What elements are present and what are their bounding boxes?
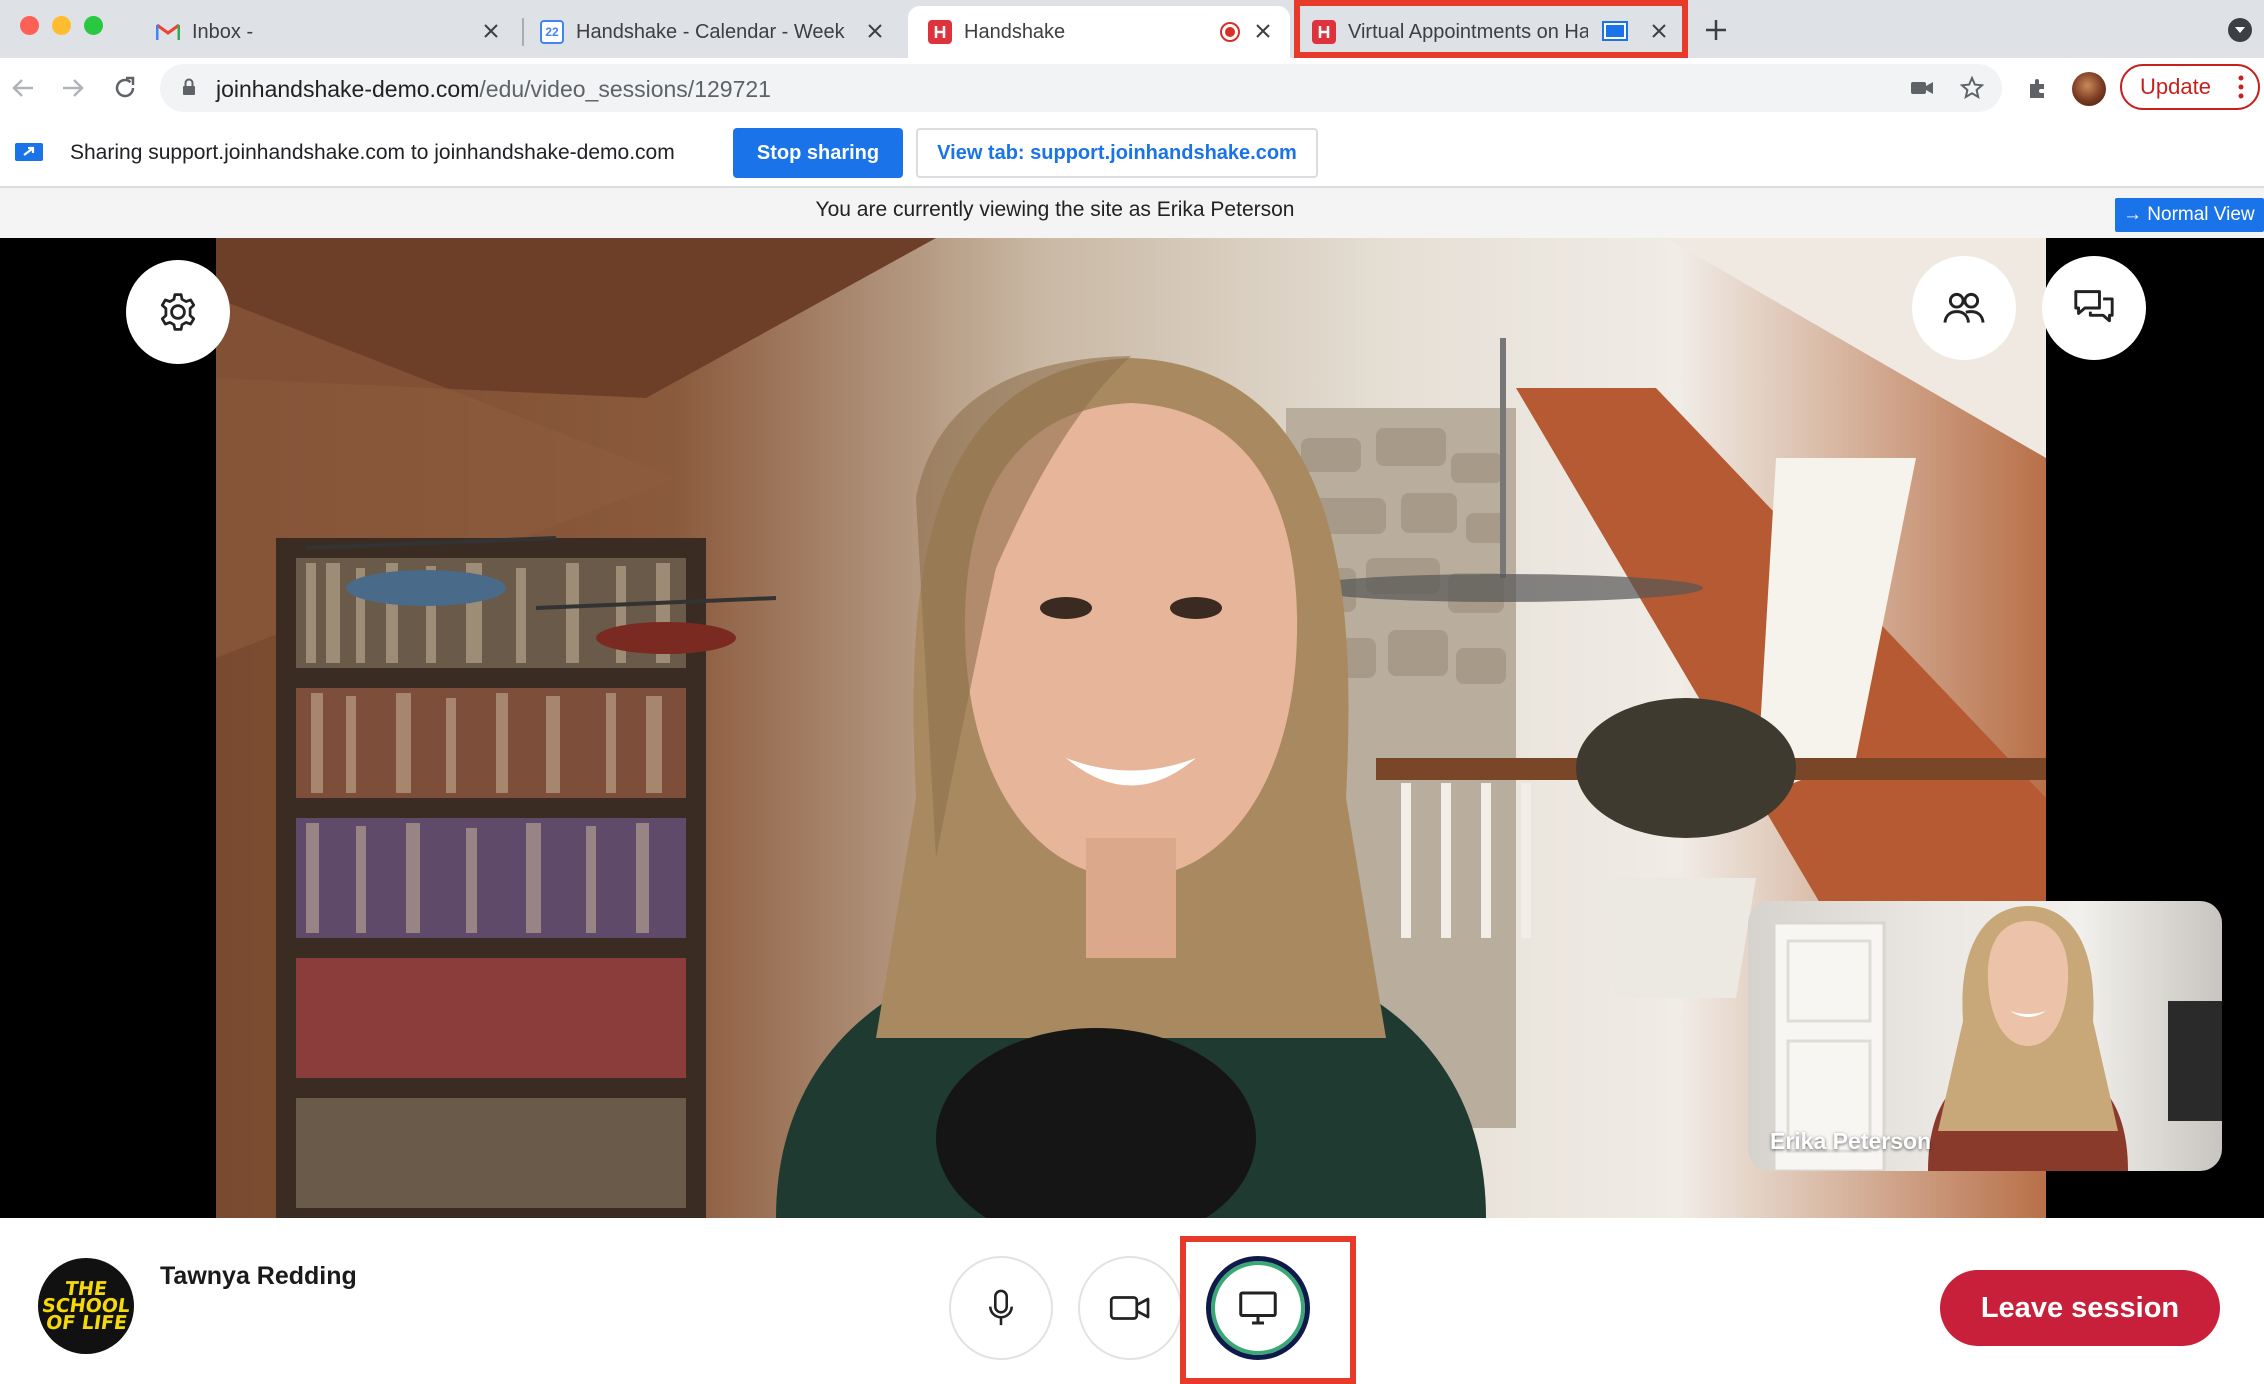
impersonation-banner: You are currently viewing the site as Er…	[0, 188, 2264, 238]
window-zoom-button[interactable]	[84, 16, 103, 35]
view-tab-button[interactable]: View tab: support.joinhandshake.com	[916, 128, 1318, 178]
close-tab-icon[interactable]	[862, 18, 888, 44]
tab-strip: Inbox - 22 Handshake - Calendar - Week H…	[0, 0, 2264, 58]
settings-button[interactable]	[126, 260, 230, 364]
tab-highlight-box	[1294, 0, 1688, 58]
url-text: joinhandshake-demo.com/edu/video_session…	[216, 76, 771, 103]
forward-icon[interactable]	[56, 71, 90, 105]
screen-share-icon	[14, 140, 44, 169]
sharing-message: Sharing support.joinhandshake.com to joi…	[70, 141, 675, 164]
tab-handshake[interactable]: Handshake	[908, 6, 1290, 58]
video-stage: Erika Peterson	[0, 238, 2264, 1218]
tab-divider	[522, 18, 524, 46]
impersonation-message: You are currently viewing the site as Er…	[815, 198, 1295, 221]
share-screen-highlight-box	[1180, 1236, 1356, 1384]
lock-icon[interactable]	[182, 78, 196, 101]
window-close-button[interactable]	[20, 16, 39, 35]
participants-icon	[1943, 292, 1985, 323]
screen-sharing-infobar: Sharing support.joinhandshake.com to joi…	[0, 118, 2264, 188]
session-controls-bar: THE SCHOOL OF LIFE Tawnya Redding Leave …	[0, 1218, 2264, 1384]
tab-title: Handshake - Calendar - Week	[576, 20, 845, 43]
gear-icon	[160, 293, 196, 331]
self-view-video[interactable]: Erika Peterson	[1748, 901, 2222, 1171]
participants-button[interactable]	[1912, 256, 2016, 360]
handshake-icon	[928, 20, 952, 44]
recording-icon	[1220, 22, 1240, 42]
window-minimize-button[interactable]	[52, 16, 71, 35]
tab-search-icon[interactable]	[2228, 18, 2252, 42]
close-tab-icon[interactable]	[478, 18, 504, 44]
microphone-button[interactable]	[949, 1256, 1053, 1360]
logo-line: OF LIFE	[44, 1311, 129, 1334]
stop-sharing-button[interactable]: Stop sharing	[733, 128, 903, 178]
address-bar[interactable]: joinhandshake-demo.com/edu/video_session…	[160, 64, 2002, 112]
participant-name: Tawnya Redding	[160, 1262, 357, 1290]
video-camera-icon	[1109, 1296, 1150, 1320]
camera-button[interactable]	[1078, 1256, 1182, 1360]
tab-title: Handshake	[964, 20, 1066, 43]
camera-in-use-icon[interactable]	[1910, 79, 1934, 102]
more-vert-icon	[2238, 75, 2244, 105]
gmail-icon	[156, 20, 180, 44]
tab-calendar[interactable]: 22 Handshake - Calendar - Week	[532, 6, 902, 58]
leave-session-button[interactable]: Leave session	[1940, 1270, 2220, 1346]
tab-title: Inbox -	[192, 20, 254, 43]
tab-inbox[interactable]: Inbox -	[150, 6, 518, 58]
microphone-icon	[989, 1289, 1013, 1326]
update-label: Update	[2140, 74, 2211, 99]
self-view-name: Erika Peterson	[1770, 1128, 1932, 1154]
chat-button[interactable]	[2042, 256, 2146, 360]
reload-icon[interactable]	[108, 71, 142, 105]
back-icon[interactable]	[6, 71, 40, 105]
bookmark-star-icon[interactable]	[1959, 75, 1985, 105]
new-tab-icon[interactable]	[1700, 14, 1732, 46]
url-host: joinhandshake-demo.com	[216, 76, 480, 102]
update-button[interactable]: Update	[2120, 64, 2260, 110]
profile-avatar[interactable]	[2072, 72, 2106, 106]
normal-view-button[interactable]: → Normal View	[2115, 198, 2264, 232]
url-path: /edu/video_sessions/129721	[479, 76, 771, 102]
chat-icon	[2074, 290, 2114, 323]
extensions-icon[interactable]	[2026, 76, 2050, 105]
browser-toolbar: joinhandshake-demo.com/edu/video_session…	[0, 58, 2264, 118]
close-tab-icon[interactable]	[1250, 18, 1276, 44]
calendar-icon: 22	[540, 20, 564, 44]
school-of-life-logo: THE SCHOOL OF LIFE	[38, 1258, 134, 1354]
